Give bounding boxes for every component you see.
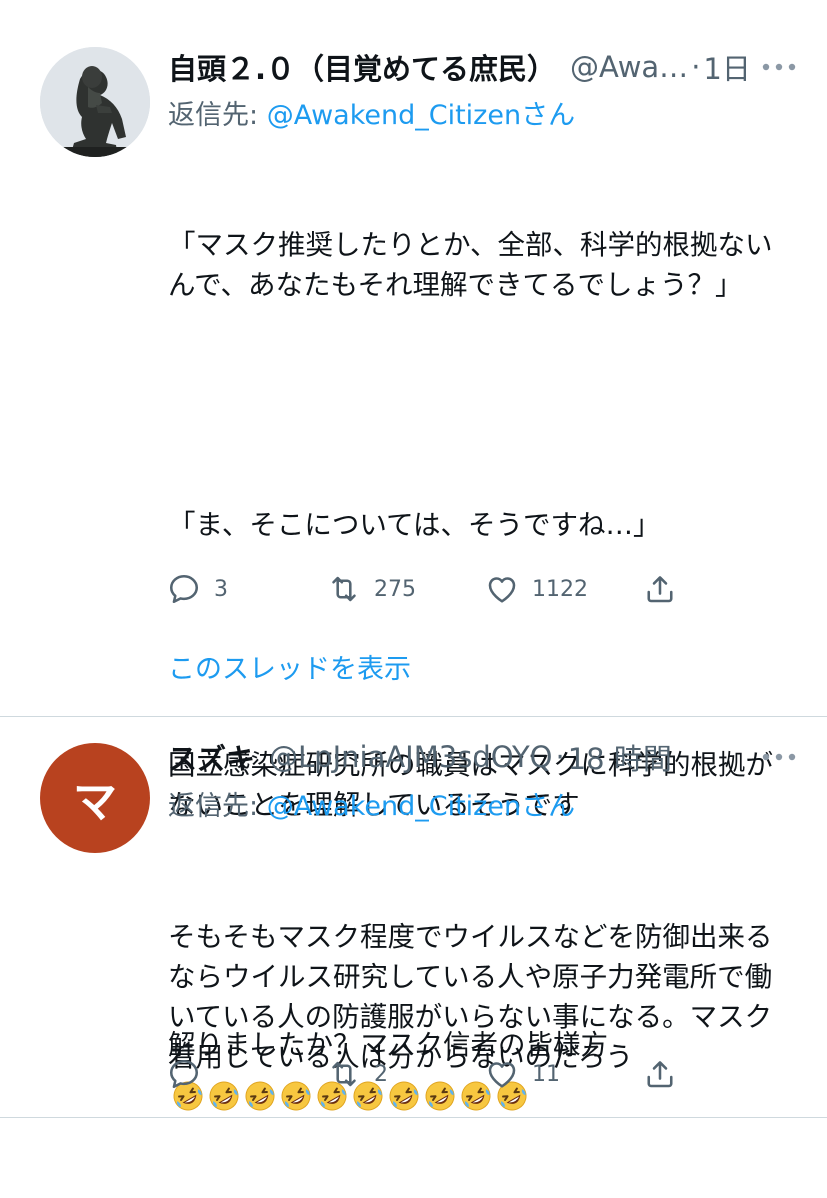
share-button[interactable] (642, 569, 678, 609)
user-handle[interactable]: @LpJniaAJM3sdOYQ (269, 740, 553, 774)
tweet-1[interactable]: 自頭２.０（目覚めてる庶民） @Awa… · 1日 返信先: @Awakend_… (0, 0, 827, 1061)
retweet-count: 2 (374, 1061, 388, 1087)
timestamp[interactable]: 18 時間 (568, 736, 672, 778)
user-handle[interactable]: @Awa… (570, 50, 688, 84)
share-button[interactable] (642, 1054, 678, 1094)
like-button[interactable]: 11 (484, 1054, 560, 1094)
heart-icon (488, 577, 516, 603)
more-horizontal-icon[interactable] (761, 61, 797, 73)
retweet-button[interactable]: 275 (326, 569, 416, 609)
tweet-actions: 2 11 (166, 1054, 686, 1094)
tweet-paragraph-text: そもそもマスク程度でウイルスなどを防御出来るならウイルス研究している人や原子力発… (168, 921, 773, 1073)
timestamp[interactable]: 1日 (703, 46, 750, 88)
reply-button[interactable]: 3 (166, 569, 228, 609)
like-button[interactable]: 1122 (484, 569, 588, 609)
reply-bubble-icon (169, 574, 199, 604)
thinker-statue-image (40, 47, 150, 157)
tweet-header: 自頭２.０（目覚めてる庶民） @Awa… · 1日 (168, 47, 797, 87)
avatar-thinker[interactable] (40, 47, 150, 157)
more-horizontal-icon[interactable] (761, 751, 797, 763)
avatar-default[interactable]: マ (40, 743, 150, 853)
avatar-letter: マ (73, 777, 117, 828)
reply-to-mention[interactable]: @Awakend_Citizen (267, 791, 521, 822)
share-icon (647, 576, 673, 603)
show-thread-link[interactable]: このスレッドを表示 (168, 647, 411, 686)
reply-to-line: 返信先: @Awakend_Citizenさん (168, 93, 575, 132)
retweet-icon (332, 1061, 356, 1087)
separator-dot: · (691, 50, 701, 84)
display-name[interactable]: スズキ (168, 736, 255, 778)
reply-to-label: 返信先: (168, 791, 267, 822)
reply-count: 3 (214, 576, 228, 602)
reply-to-label: 返信先: (168, 100, 267, 131)
reply-button[interactable] (166, 1054, 214, 1094)
reply-to-line: 返信先: @Awakend_Citizenさん (168, 784, 575, 823)
tweet-paragraph: 「マスク推奨したりとか、全部、科学的根拠ないんで、あなたもそれ理解できてるでしょ… (168, 229, 773, 301)
tweet-paragraph: 「ま、そこについては、そうですね…」 (168, 509, 661, 541)
tweet-text: そもそもマスク程度でウイルスなどを防御出来るならウイルス研究している人や原子力発… (168, 837, 793, 1198)
retweet-icon (332, 576, 356, 602)
reply-to-suffix: さん (521, 791, 576, 822)
display-name[interactable]: 自頭２.０（目覚めてる庶民） (168, 46, 556, 88)
tweet-header: スズキ @LpJniaAJM3sdOYQ · 18 時間 (168, 737, 797, 777)
tweet-2[interactable]: マ スズキ @LpJniaAJM3sdOYQ · 18 時間 返信先: @Awa… (0, 717, 827, 1131)
reply-to-mention[interactable]: @Awakend_Citizen (267, 100, 521, 131)
heart-icon (488, 1062, 516, 1088)
reply-bubble-icon (169, 1059, 199, 1089)
like-count: 1122 (532, 576, 588, 602)
tweet-actions: 3 275 1122 (166, 569, 686, 609)
tweet-divider (0, 1117, 827, 1118)
like-count: 11 (532, 1061, 560, 1087)
separator-dot: · (555, 740, 565, 774)
share-icon (647, 1061, 673, 1088)
retweet-button[interactable]: 2 (326, 1054, 388, 1094)
retweet-count: 275 (374, 576, 416, 602)
reply-to-suffix: さん (521, 100, 576, 131)
